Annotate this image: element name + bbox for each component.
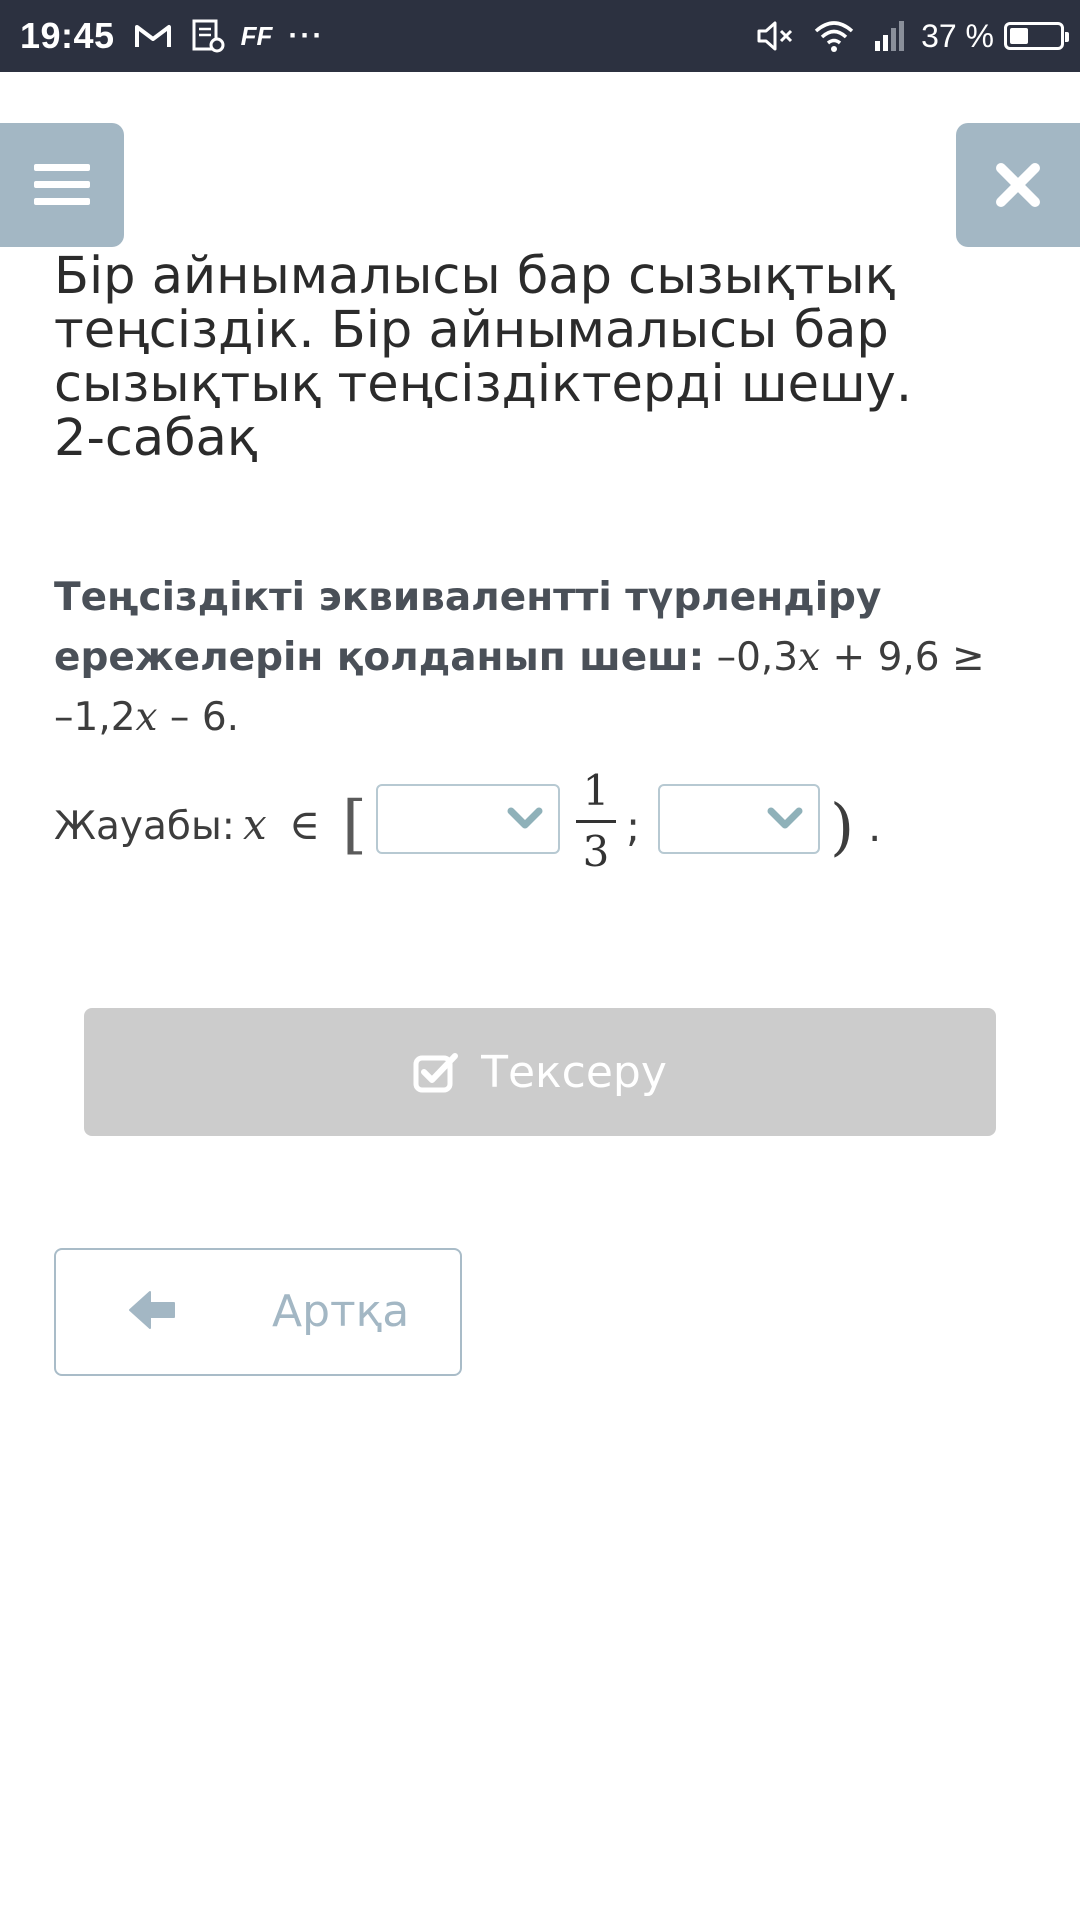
checkbox-check-icon: [413, 1051, 459, 1093]
answer-row: Жауабы: x ∈ [ 1 3 ; ) .: [54, 766, 1034, 886]
battery-percent: 37 %: [921, 17, 994, 54]
status-bar: 19:45 FF ··· 37 %: [0, 0, 1080, 72]
back-button[interactable]: Артқа: [54, 1248, 462, 1376]
question-expression-part1: –0,3: [704, 635, 799, 680]
check-button-label: Тексеру: [481, 1046, 667, 1098]
lesson-title: Бір айнымалысы бар сызықтық теңсіздік. Б…: [54, 247, 913, 468]
more-notifications-icon: ···: [288, 19, 325, 52]
chevron-down-icon: [507, 807, 543, 829]
status-time: 19:45: [20, 15, 115, 56]
gmail-icon: [133, 21, 173, 51]
element-of-symbol: ∈: [289, 800, 321, 849]
close-icon: [996, 163, 1040, 207]
battery-icon: [1004, 22, 1069, 50]
fraction: 1 3: [576, 766, 616, 877]
close-parenthesis: ): [830, 790, 855, 863]
ff-icon: FF: [240, 20, 273, 51]
question-expression-part3: – 6.: [157, 695, 240, 740]
answer-label: Жауабы:: [54, 804, 235, 849]
open-bracket: [: [342, 788, 367, 862]
interval-separator: ;: [626, 802, 641, 851]
fraction-numerator: 1: [582, 766, 610, 815]
arrow-left-icon: [128, 1290, 176, 1341]
document-settings-icon: [191, 18, 225, 54]
chevron-down-icon: [767, 807, 803, 829]
mute-icon: [755, 18, 795, 54]
answer-dropdown-1[interactable]: [376, 784, 560, 854]
question-variable: x: [135, 695, 158, 740]
hamburger-icon: [34, 164, 90, 205]
question-text: Теңсіздікті эквивалентті түрлендіру ереж…: [54, 568, 1014, 748]
page: 19:45 FF ··· 37 % Бір айнымалысы бар сыз…: [0, 0, 1080, 1920]
fraction-bar: [576, 820, 616, 823]
signal-icon: [873, 19, 907, 53]
answer-end-dot: .: [868, 802, 882, 851]
answer-dropdown-2[interactable]: [658, 784, 820, 854]
close-button[interactable]: [956, 123, 1080, 247]
question-variable: x: [798, 635, 821, 680]
menu-button[interactable]: [0, 123, 124, 247]
back-button-label: Артқа: [272, 1286, 410, 1337]
fraction-denominator: 3: [582, 827, 610, 876]
check-button[interactable]: Тексеру: [84, 1008, 996, 1136]
wifi-icon: [813, 19, 855, 53]
answer-variable: x: [243, 800, 267, 849]
